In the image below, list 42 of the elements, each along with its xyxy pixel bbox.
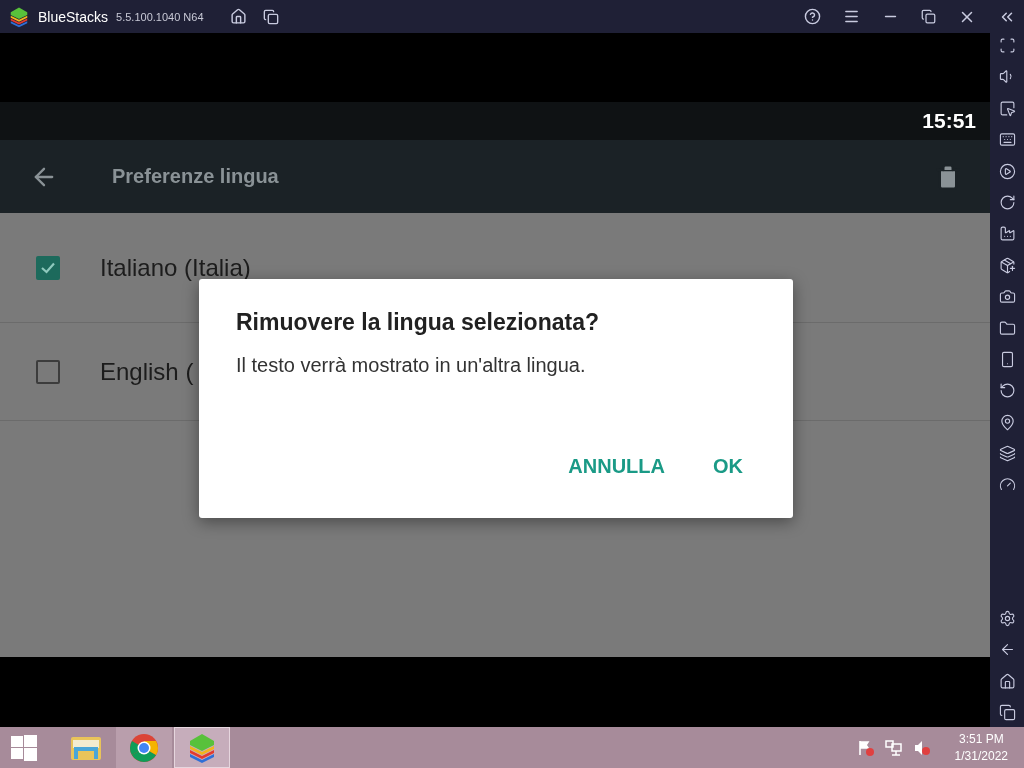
dialog-title: Rimuovere la lingua selezionata? <box>236 309 600 336</box>
dialog-button[interactable]: OK <box>699 449 757 484</box>
taskbar-app[interactable] <box>116 727 172 768</box>
chrome-icon <box>129 732 159 763</box>
flag-icon[interactable] <box>856 738 875 757</box>
pointer-icon[interactable] <box>998 99 1016 117</box>
layers-icon[interactable] <box>998 445 1016 463</box>
language-label[interactable]: English ( <box>100 357 194 386</box>
factory-icon[interactable] <box>998 225 1016 243</box>
folder-icon[interactable] <box>998 319 1016 337</box>
window-title: BlueStacks <box>38 8 109 25</box>
package-plus-icon[interactable] <box>998 256 1016 274</box>
network-icon[interactable] <box>884 738 903 757</box>
home-icon[interactable] <box>998 672 1016 690</box>
page-title: Preferenze lingua <box>112 165 280 188</box>
rotate-left-icon[interactable] <box>998 382 1016 400</box>
version-label: 5.5.100.1040 N64 <box>116 10 204 23</box>
windows-start-icon[interactable] <box>11 734 37 761</box>
dialog-message: Il testo verrà mostrato in un'altra lingua. <box>236 354 587 377</box>
settings-icon[interactable] <box>998 609 1016 627</box>
home-icon[interactable] <box>229 8 247 25</box>
taskbar-app[interactable] <box>174 727 230 768</box>
layered-stack-icon <box>8 5 30 28</box>
multi-instance-icon[interactable] <box>262 8 279 25</box>
menu-icon[interactable] <box>843 8 860 25</box>
restore-icon[interactable] <box>921 9 936 24</box>
clock-time: 3:51 PM <box>958 730 1004 748</box>
rotate-icon[interactable] <box>998 193 1016 211</box>
checkbox[interactable] <box>36 255 60 280</box>
fullscreen-icon[interactable] <box>998 37 1016 54</box>
keyboard-icon[interactable] <box>998 131 1016 149</box>
dialog-button[interactable]: ANNULLA <box>554 449 679 484</box>
language-label[interactable]: Italiano (Italia) <box>100 253 251 282</box>
checkbox[interactable] <box>36 359 60 384</box>
status-time: 15:51 <box>922 109 976 133</box>
clock-date: 1/31/2022 <box>954 747 1008 765</box>
clock[interactable]: 3:51 PM 1/31/2022 <box>954 730 1008 765</box>
location-icon[interactable] <box>998 413 1016 431</box>
recent-apps-icon[interactable] <box>998 704 1016 721</box>
play-icon[interactable] <box>998 162 1016 180</box>
camera-icon[interactable] <box>998 288 1016 306</box>
help-icon[interactable] <box>804 8 821 25</box>
